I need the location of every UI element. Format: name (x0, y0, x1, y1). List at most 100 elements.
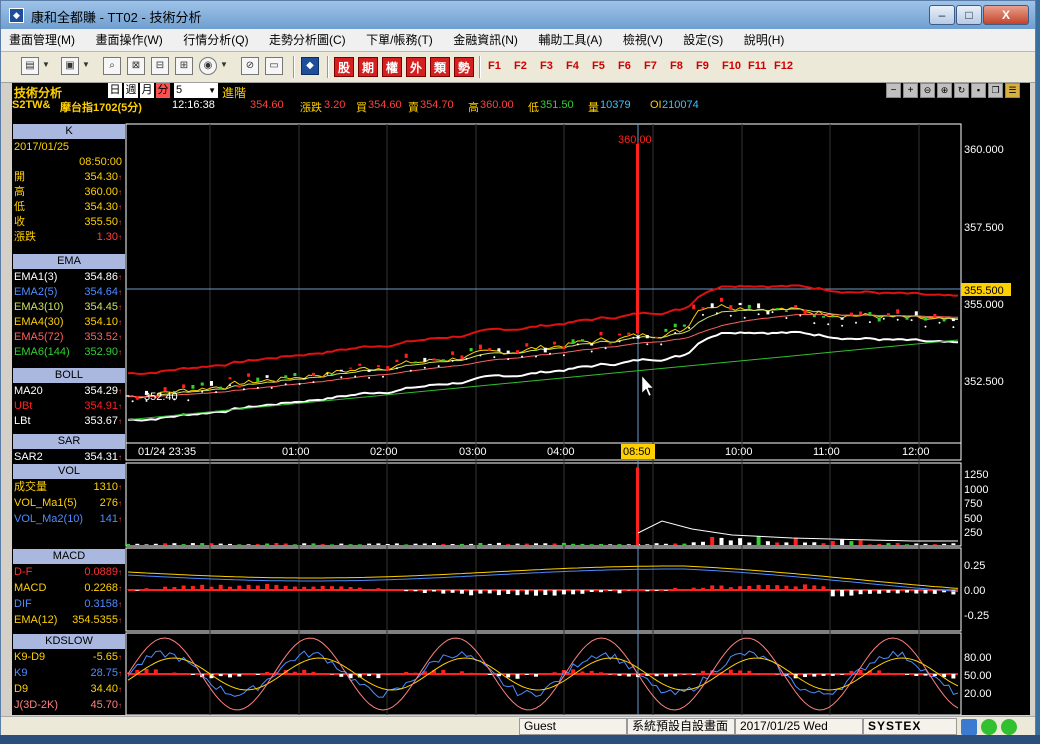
sar-dot (493, 356, 496, 359)
volume-bar (608, 544, 613, 545)
foreign-button[interactable]: 外 (406, 57, 426, 77)
kd-histogram-bar (738, 670, 743, 674)
candlestick (441, 359, 445, 362)
f9-button[interactable]: F9 (696, 60, 709, 72)
logo-icon[interactable]: ◆ (301, 57, 319, 75)
price-ytick-label: 357.500 (964, 222, 1004, 234)
menu-tools[interactable]: 輔助工具(A) (530, 29, 610, 51)
trend-button[interactable]: 勢 (454, 57, 474, 77)
vol-ytick-label: 1250 (964, 469, 988, 481)
sar-dot (855, 321, 857, 324)
menu-view[interactable]: 檢視(V) (615, 29, 671, 51)
stock-button[interactable]: 股 (334, 57, 354, 77)
kd-histogram-bar (153, 669, 158, 674)
kd-histogram-bar (524, 674, 529, 675)
menu-trend-chart[interactable]: 走勢分析圖(C) (261, 29, 354, 51)
sar-dot (215, 391, 218, 394)
candlestick (794, 305, 798, 309)
sar-dot (549, 352, 551, 355)
macd-histogram-bar (765, 585, 770, 590)
candlestick (729, 305, 733, 310)
f8-button[interactable]: F8 (670, 60, 683, 72)
chevron-down-icon[interactable]: ▼ (219, 57, 229, 75)
candlestick (460, 355, 464, 360)
candlestick (219, 386, 223, 390)
candlestick (284, 375, 288, 379)
menu-quote-analysis[interactable]: 行情分析(Q) (175, 29, 256, 51)
chevron-down-icon[interactable]: ▼ (41, 57, 51, 75)
chart-area[interactable]: 360.000 357.500 355.000 352.500 355.500 … (12, 83, 1030, 715)
candlestick (905, 316, 909, 320)
close-window-icon[interactable]: ⊠ (127, 57, 145, 75)
close-button[interactable]: X (983, 5, 1029, 25)
kd-histogram-bar (246, 673, 251, 674)
f1-button[interactable]: F1 (488, 60, 501, 72)
xtick-label: 10:00 (725, 446, 753, 458)
network-icon[interactable] (961, 719, 977, 735)
menu-screen-operate[interactable]: 畫面操作(W) (87, 29, 170, 51)
menu-order-account[interactable]: 下單/帳務(T) (358, 29, 441, 51)
f4-button[interactable]: F4 (566, 60, 579, 72)
chevron-down-icon[interactable]: ▼ (81, 57, 91, 75)
toolbar: ▤ ▼ ▣ ▼ ⌕ ⊠ ⊟ ⊞ ◉ ▼ ⊘ ▭ ◆ 股 期 權 外 類 勢 F1… (1, 52, 1035, 83)
f7-button[interactable]: F7 (644, 60, 657, 72)
f6-button[interactable]: F6 (618, 60, 631, 72)
menu-settings[interactable]: 設定(S) (675, 29, 731, 51)
vol-ytick-label: 1000 (964, 484, 988, 496)
current-price-label: 355.500 (964, 285, 1004, 297)
search-icon[interactable]: ⌕ (103, 57, 121, 75)
kd-histogram-bar (441, 669, 446, 674)
options-button[interactable]: 權 (382, 57, 402, 77)
connection-status-icon[interactable] (981, 719, 997, 735)
volume-bar (209, 543, 214, 545)
server-status-icon[interactable] (1001, 719, 1017, 735)
f2-button[interactable]: F2 (514, 60, 527, 72)
f10-button[interactable]: F10 (722, 60, 741, 72)
sar-dot (882, 317, 885, 320)
sar-dot (284, 383, 287, 386)
volume-bar (153, 543, 158, 545)
datetime-field: 2017/01/25 Wed 12:17:21 (735, 718, 863, 743)
f3-button[interactable]: F3 (540, 60, 553, 72)
order-icon[interactable]: ⊘ (241, 57, 259, 75)
macd-histogram-bar (803, 584, 807, 590)
sar-dot (604, 347, 607, 350)
menu-help[interactable]: 說明(H) (736, 29, 793, 51)
volume-bar (877, 543, 882, 545)
globe-icon[interactable]: ◉ (199, 57, 217, 75)
candlestick (682, 324, 686, 327)
macd-histogram-bar (432, 590, 436, 592)
monitor-icon[interactable]: ▭ (265, 57, 283, 75)
layout-icon[interactable]: ▤ (21, 57, 39, 75)
window-list-icon[interactable]: ▣ (61, 57, 79, 75)
f5-button[interactable]: F5 (592, 60, 605, 72)
volume-bar (812, 542, 817, 545)
volume-bar (265, 543, 270, 545)
candlestick (868, 312, 872, 317)
kd-histogram-bar (172, 672, 177, 674)
f11-button[interactable]: F11 (748, 60, 766, 72)
menu-screen-manage[interactable]: 畫面管理(M) (1, 29, 83, 51)
candlestick (914, 311, 918, 316)
macd-histogram-bar (663, 590, 668, 591)
dif-line (127, 568, 959, 592)
candlestick (831, 314, 835, 318)
volume-bar (534, 543, 538, 545)
menu-finance-info[interactable]: 金融資訊(N) (445, 29, 526, 51)
maximize-button[interactable]: □ (956, 5, 982, 25)
vertical-grid (209, 124, 920, 715)
macd-ytick-label: -0.25 (964, 610, 989, 622)
candlestick (571, 339, 575, 344)
category-button[interactable]: 類 (430, 57, 450, 77)
futures-button[interactable]: 期 (358, 57, 378, 77)
calculator-icon[interactable]: ⊟ (151, 57, 169, 75)
volume-bar (914, 543, 919, 545)
volume-bar (422, 543, 427, 545)
kd-histogram-bar (728, 669, 733, 674)
sar-dot (813, 322, 816, 325)
macd-histogram-bar (775, 585, 780, 590)
f12-button[interactable]: F12 (774, 60, 793, 72)
candlestick (543, 347, 547, 353)
grid-icon[interactable]: ⊞ (175, 57, 193, 75)
minimize-button[interactable]: – (929, 5, 955, 25)
